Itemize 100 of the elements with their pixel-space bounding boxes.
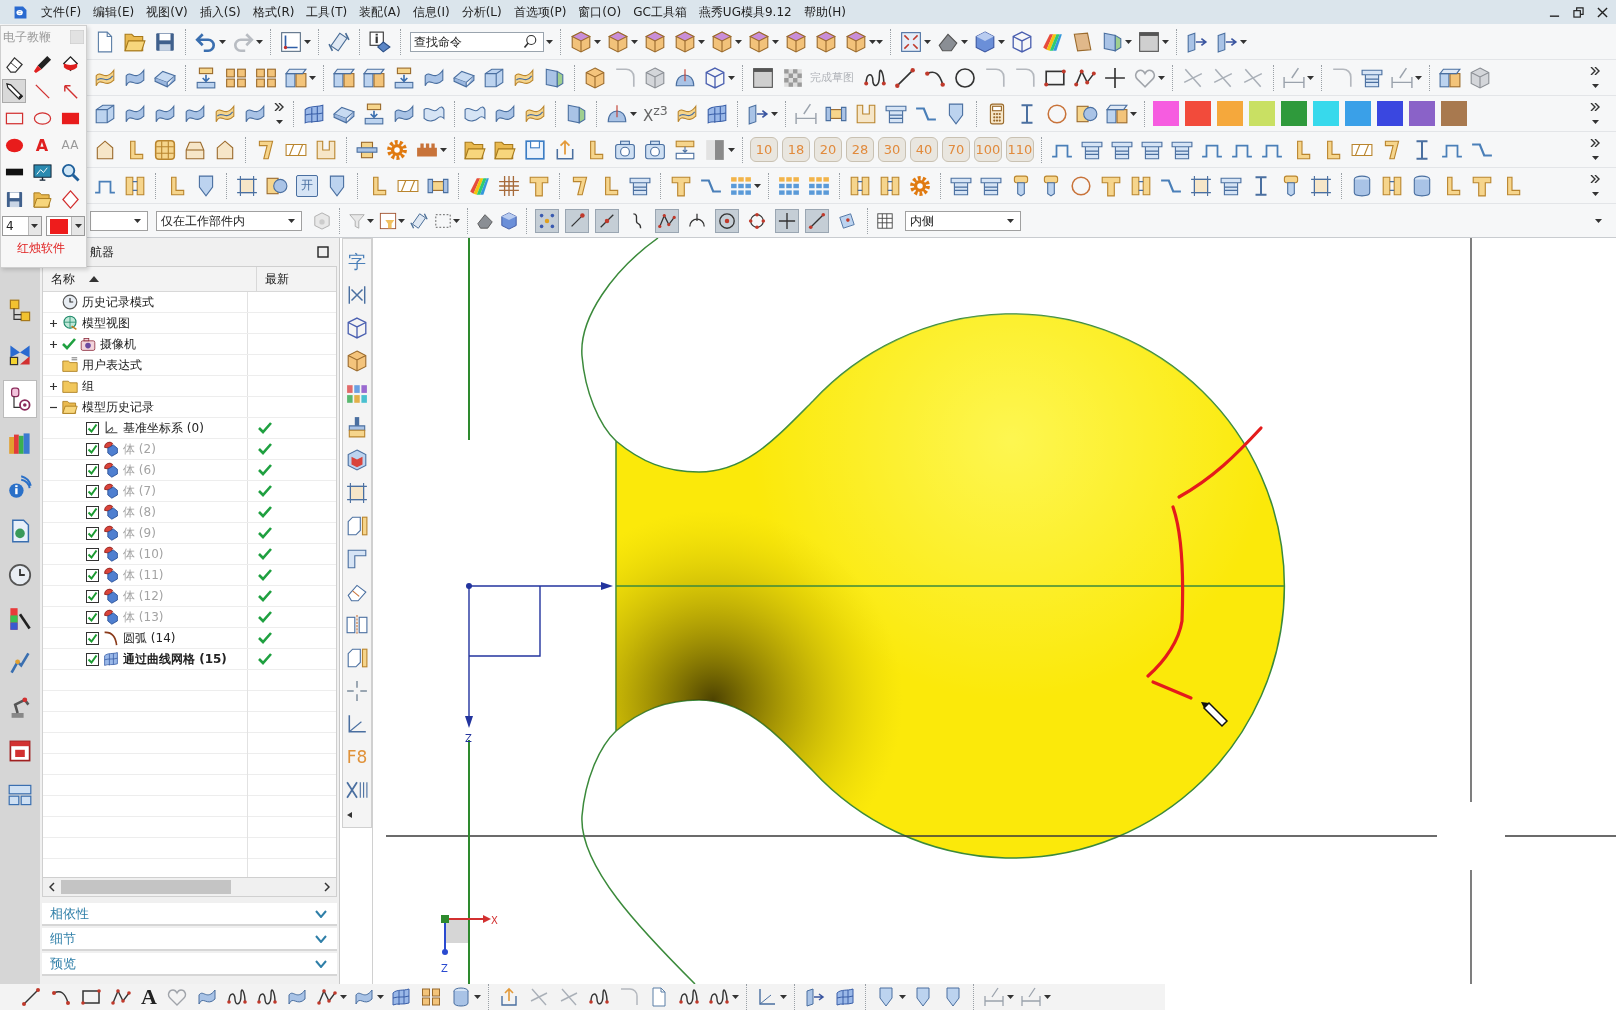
color-swatch-icon[interactable] (1312, 101, 1339, 126)
dimension-icon[interactable] (794, 102, 817, 125)
wireframe-cube-icon[interactable] (1011, 30, 1033, 53)
box-icon[interactable] (483, 66, 505, 89)
section-header[interactable]: 相依性 (42, 903, 337, 926)
tiles-icon[interactable] (346, 383, 368, 405)
text-tool-button[interactable]: A (30, 133, 54, 157)
cylinder-icon[interactable] (1351, 174, 1373, 197)
tee-icon[interactable] (528, 174, 550, 197)
shaded-cube-icon[interactable] (500, 212, 518, 230)
shapes-icon[interactable] (103, 462, 119, 478)
press-icon[interactable] (674, 138, 696, 161)
check-icon[interactable] (62, 338, 76, 350)
midpoint-icon[interactable] (595, 209, 619, 233)
menu-item[interactable]: 视图(V) (146, 2, 188, 22)
spline-icon[interactable] (316, 987, 337, 1007)
box-pair-icon[interactable] (285, 66, 307, 89)
caret-icon[interactable] (1007, 219, 1014, 223)
surface-icon[interactable] (353, 987, 374, 1007)
books-icon[interactable] (8, 431, 32, 455)
cube-icon[interactable] (711, 30, 733, 53)
down-arrow-blocks-icon[interactable] (195, 66, 217, 89)
hash-grid-icon[interactable] (498, 174, 520, 197)
tree-item-label[interactable]: 基准坐标系 (0) (123, 419, 204, 437)
grid-icon[interactable] (154, 138, 176, 161)
tee-icon[interactable] (670, 174, 692, 197)
tree-item-label[interactable]: 用户表达式 (82, 356, 142, 374)
shapes-icon[interactable] (103, 546, 119, 562)
column-header[interactable]: 最新 (257, 267, 336, 291)
menu-item[interactable]: 窗口(O) (578, 2, 622, 22)
menu-item[interactable]: 工具(T) (306, 2, 348, 22)
chevron-down-icon[interactable] (315, 934, 327, 943)
bowtie-icon[interactable] (8, 343, 32, 367)
camera-icon[interactable] (644, 138, 666, 161)
scope-dropdown[interactable]: 仅在工作部件内 (156, 211, 302, 231)
window-panels-icon[interactable] (8, 783, 32, 807)
dome-surface-icon[interactable] (674, 66, 696, 89)
search-field[interactable]: 查找命令 (410, 31, 544, 52)
checkbox[interactable] (86, 631, 99, 645)
bracket-icon[interactable] (124, 174, 146, 197)
caret-icon[interactable] (1595, 219, 1602, 223)
down-arrow-blocks-icon[interactable] (363, 102, 385, 125)
caret-icon[interactable] (31, 224, 38, 228)
window-icon[interactable] (752, 66, 774, 89)
spectrum-pen-icon[interactable] (8, 607, 32, 631)
cube-icon[interactable] (815, 30, 837, 53)
caret-icon[interactable] (698, 39, 705, 44)
dome-surface-icon[interactable] (606, 102, 628, 125)
cube-icon[interactable] (644, 30, 666, 53)
box-icon[interactable] (94, 102, 116, 125)
shapes-icon[interactable] (103, 441, 119, 457)
sheet-arrow-icon[interactable] (1186, 30, 1208, 53)
cube-icon[interactable] (607, 30, 629, 53)
color-swatch-icon[interactable] (1216, 101, 1243, 126)
checkbox[interactable] (86, 442, 99, 456)
dimension-cross-icon[interactable] (346, 284, 368, 306)
caret-icon[interactable] (1415, 75, 1422, 80)
pen-color-dropdown[interactable] (45, 216, 85, 236)
cube-icon[interactable] (674, 30, 696, 53)
color-swatch-icon[interactable] (49, 218, 68, 234)
panel-icon[interactable] (565, 102, 587, 125)
caret-icon[interactable] (961, 39, 968, 44)
frame-icon[interactable] (1190, 174, 1212, 197)
menu-item[interactable]: 分析(L) (461, 2, 502, 22)
caret-icon[interactable] (770, 111, 778, 116)
caret-icon[interactable] (924, 39, 931, 44)
checkered-flag-icon[interactable] (782, 66, 804, 89)
surface-icon[interactable] (286, 987, 307, 1007)
gear-icon[interactable] (909, 174, 931, 197)
caret-icon[interactable] (1307, 75, 1314, 80)
caret-icon[interactable] (772, 39, 779, 44)
dropdown-field[interactable] (90, 211, 148, 231)
shapes-icon[interactable] (103, 525, 119, 541)
tee-icon[interactable] (1471, 174, 1493, 197)
caret-icon[interactable] (631, 39, 638, 44)
tree-item-label[interactable]: 组 (82, 377, 94, 395)
caret-icon[interactable] (728, 147, 735, 152)
glyph-button[interactable]: 开 (296, 174, 318, 197)
caret-icon[interactable] (1591, 120, 1599, 124)
glyph-button[interactable]: A (141, 986, 157, 1008)
export-arrow-icon[interactable] (498, 987, 519, 1007)
double-chevron-icon[interactable] (1590, 139, 1600, 147)
bracket-icon[interactable] (1130, 174, 1152, 197)
menu-item[interactable]: 信息(I) (412, 2, 450, 22)
section-header[interactable]: 细节 (42, 928, 337, 951)
color-swatch-icon[interactable] (1152, 101, 1179, 126)
calendar-icon[interactable] (8, 739, 32, 763)
cube-icon[interactable] (346, 350, 368, 372)
caret-icon[interactable] (256, 39, 263, 44)
expand-plus-icon[interactable] (49, 339, 58, 349)
maximize-icon[interactable] (317, 246, 329, 258)
box-pair-icon[interactable] (333, 66, 355, 89)
camera-icon[interactable] (614, 138, 636, 161)
caret-icon[interactable] (898, 995, 906, 999)
checkbox[interactable] (86, 526, 99, 540)
resource-tab[interactable] (3, 380, 37, 418)
checkbox[interactable] (86, 505, 99, 519)
box-pair-icon[interactable] (363, 66, 385, 89)
house-shape-icon[interactable] (94, 138, 116, 161)
caret-icon[interactable] (367, 219, 374, 223)
